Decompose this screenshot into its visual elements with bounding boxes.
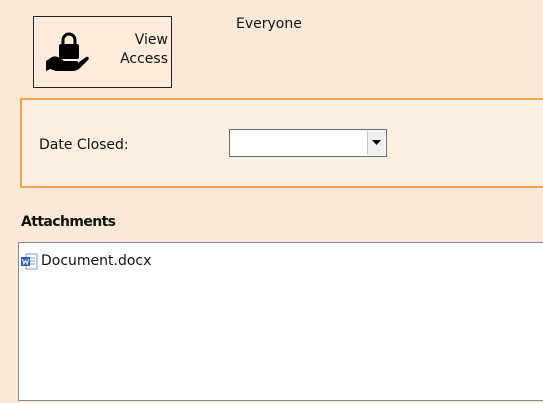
access-group-text: Everyone bbox=[236, 16, 302, 32]
view-access-button[interactable]: View Access bbox=[33, 16, 172, 88]
attachments-heading: Attachments bbox=[21, 214, 116, 230]
view-access-label-line1: View bbox=[134, 32, 168, 48]
date-closed-panel: Date Closed: bbox=[20, 98, 543, 188]
date-closed-label: Date Closed: bbox=[39, 137, 129, 153]
dropdown-button[interactable] bbox=[367, 131, 385, 155]
hand-lock-icon bbox=[42, 25, 90, 73]
date-closed-dropdown[interactable] bbox=[229, 129, 387, 157]
view-access-label-line2: Access bbox=[120, 51, 168, 67]
attachment-file-name: Document.docx bbox=[41, 253, 152, 269]
attachments-list[interactable]: Document.docx bbox=[18, 242, 543, 401]
chevron-down-icon bbox=[372, 140, 381, 145]
view-access-label: View Access bbox=[108, 31, 168, 69]
word-document-icon bbox=[21, 253, 38, 270]
